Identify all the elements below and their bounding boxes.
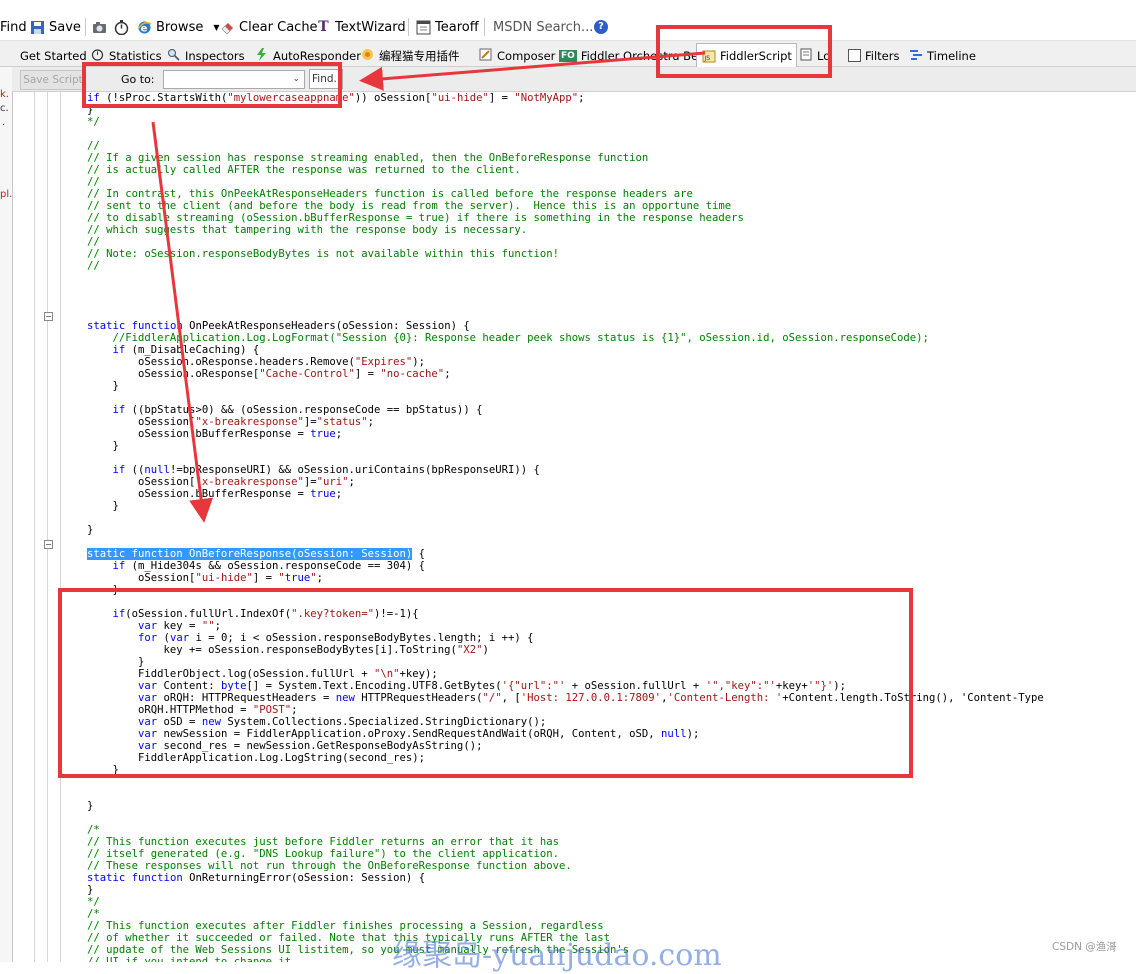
csdn-credit: CSDN @渔滒 xyxy=(1052,941,1117,953)
arrow-to-onbeforeresponse xyxy=(151,121,214,523)
watermark-text: 缘聚岛-yuanjudao.com xyxy=(392,938,722,973)
arrow-tab-to-find xyxy=(359,51,706,91)
annotation-arrows xyxy=(151,51,706,523)
